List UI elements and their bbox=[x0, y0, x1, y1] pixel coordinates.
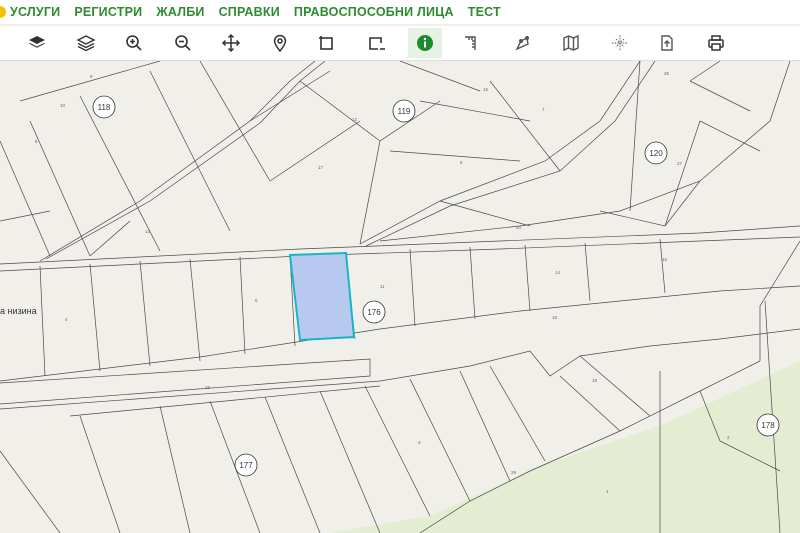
parcel-number: 26 bbox=[664, 71, 670, 76]
parcel-number: 15 bbox=[483, 87, 489, 92]
select-area-icon bbox=[319, 36, 333, 50]
block-number: 120 bbox=[649, 149, 663, 158]
menu-item-complaints[interactable]: ЖАЛБИ bbox=[156, 5, 204, 19]
deselect-area-icon bbox=[369, 37, 385, 50]
map-toolbar bbox=[0, 26, 800, 61]
parcel-number: 17 bbox=[318, 165, 324, 170]
zoom-in-icon bbox=[126, 35, 142, 51]
parcel-number: 12 bbox=[352, 117, 358, 122]
top-menu: УСЛУГИ РЕГИСТРИ ЖАЛБИ СПРАВКИ ПРАВОСПОСО… bbox=[0, 0, 800, 24]
block-number: 176 bbox=[367, 308, 381, 317]
export-icon bbox=[661, 35, 673, 51]
parcel-number: 18 bbox=[552, 315, 558, 320]
parcel-number: 25 bbox=[205, 385, 211, 390]
location-pin-icon bbox=[273, 34, 287, 53]
deselect-area-button[interactable] bbox=[361, 28, 391, 58]
parcel-number: 11 bbox=[380, 284, 385, 289]
location-pin-button[interactable] bbox=[265, 28, 295, 58]
parcel-number: 14 bbox=[555, 270, 561, 275]
measure-area-button[interactable] bbox=[507, 28, 537, 58]
zoom-out-button[interactable] bbox=[168, 28, 198, 58]
export-button[interactable] bbox=[652, 28, 682, 58]
menu-item-registers[interactable]: РЕГИСТРИ bbox=[74, 5, 142, 19]
coordinates-button[interactable] bbox=[605, 28, 635, 58]
measure-distance-button[interactable] bbox=[456, 28, 486, 58]
parcel-number: 20 bbox=[516, 225, 522, 230]
parcel-number: 19 bbox=[592, 378, 598, 383]
info-icon bbox=[417, 35, 433, 51]
parcel-number: 29 bbox=[511, 470, 517, 475]
print-icon bbox=[708, 35, 724, 51]
layers-filled-icon bbox=[29, 36, 45, 48]
menu-item-test[interactable]: ТЕСТ bbox=[468, 5, 501, 19]
info-button[interactable] bbox=[408, 28, 442, 58]
zoom-in-button[interactable] bbox=[119, 28, 149, 58]
layers-outline-button[interactable] bbox=[71, 28, 101, 58]
print-button[interactable] bbox=[701, 28, 731, 58]
street-label: а низина bbox=[0, 306, 37, 316]
cadastral-map[interactable]: 118 119 120 176 177 178 а низина 10 9 8 … bbox=[0, 61, 800, 533]
pan-icon bbox=[221, 33, 241, 53]
parcel-number: 16 bbox=[662, 257, 668, 262]
map-icon bbox=[563, 34, 579, 52]
parcel-number: 13 bbox=[145, 229, 151, 234]
logo-icon bbox=[0, 6, 6, 18]
block-number: 177 bbox=[239, 461, 253, 470]
measure-distance-icon bbox=[465, 36, 476, 50]
pan-button[interactable] bbox=[216, 28, 246, 58]
block-number: 178 bbox=[761, 421, 775, 430]
menu-item-services[interactable]: УСЛУГИ bbox=[10, 5, 60, 19]
coordinates-icon bbox=[612, 35, 628, 51]
block-number: 119 bbox=[398, 107, 411, 116]
map-button[interactable] bbox=[556, 28, 586, 58]
parcel-number: 10 bbox=[60, 103, 66, 108]
menu-item-licensed-persons[interactable]: ПРАВОСПОСОБНИ ЛИЦА bbox=[294, 5, 454, 19]
layers-outline-icon bbox=[76, 35, 96, 52]
select-area-button[interactable] bbox=[312, 28, 342, 58]
map-canvas[interactable]: 118 119 120 176 177 178 а низина 10 9 8 … bbox=[0, 61, 800, 533]
parcel-number: 27 bbox=[677, 161, 683, 166]
zoom-out-icon bbox=[175, 35, 191, 51]
block-number: 118 bbox=[98, 103, 111, 112]
menu-item-references[interactable]: СПРАВКИ bbox=[219, 5, 280, 19]
measure-area-icon bbox=[515, 36, 529, 51]
selected-parcel[interactable] bbox=[288, 251, 356, 342]
layers-filled-button[interactable] bbox=[22, 28, 52, 58]
